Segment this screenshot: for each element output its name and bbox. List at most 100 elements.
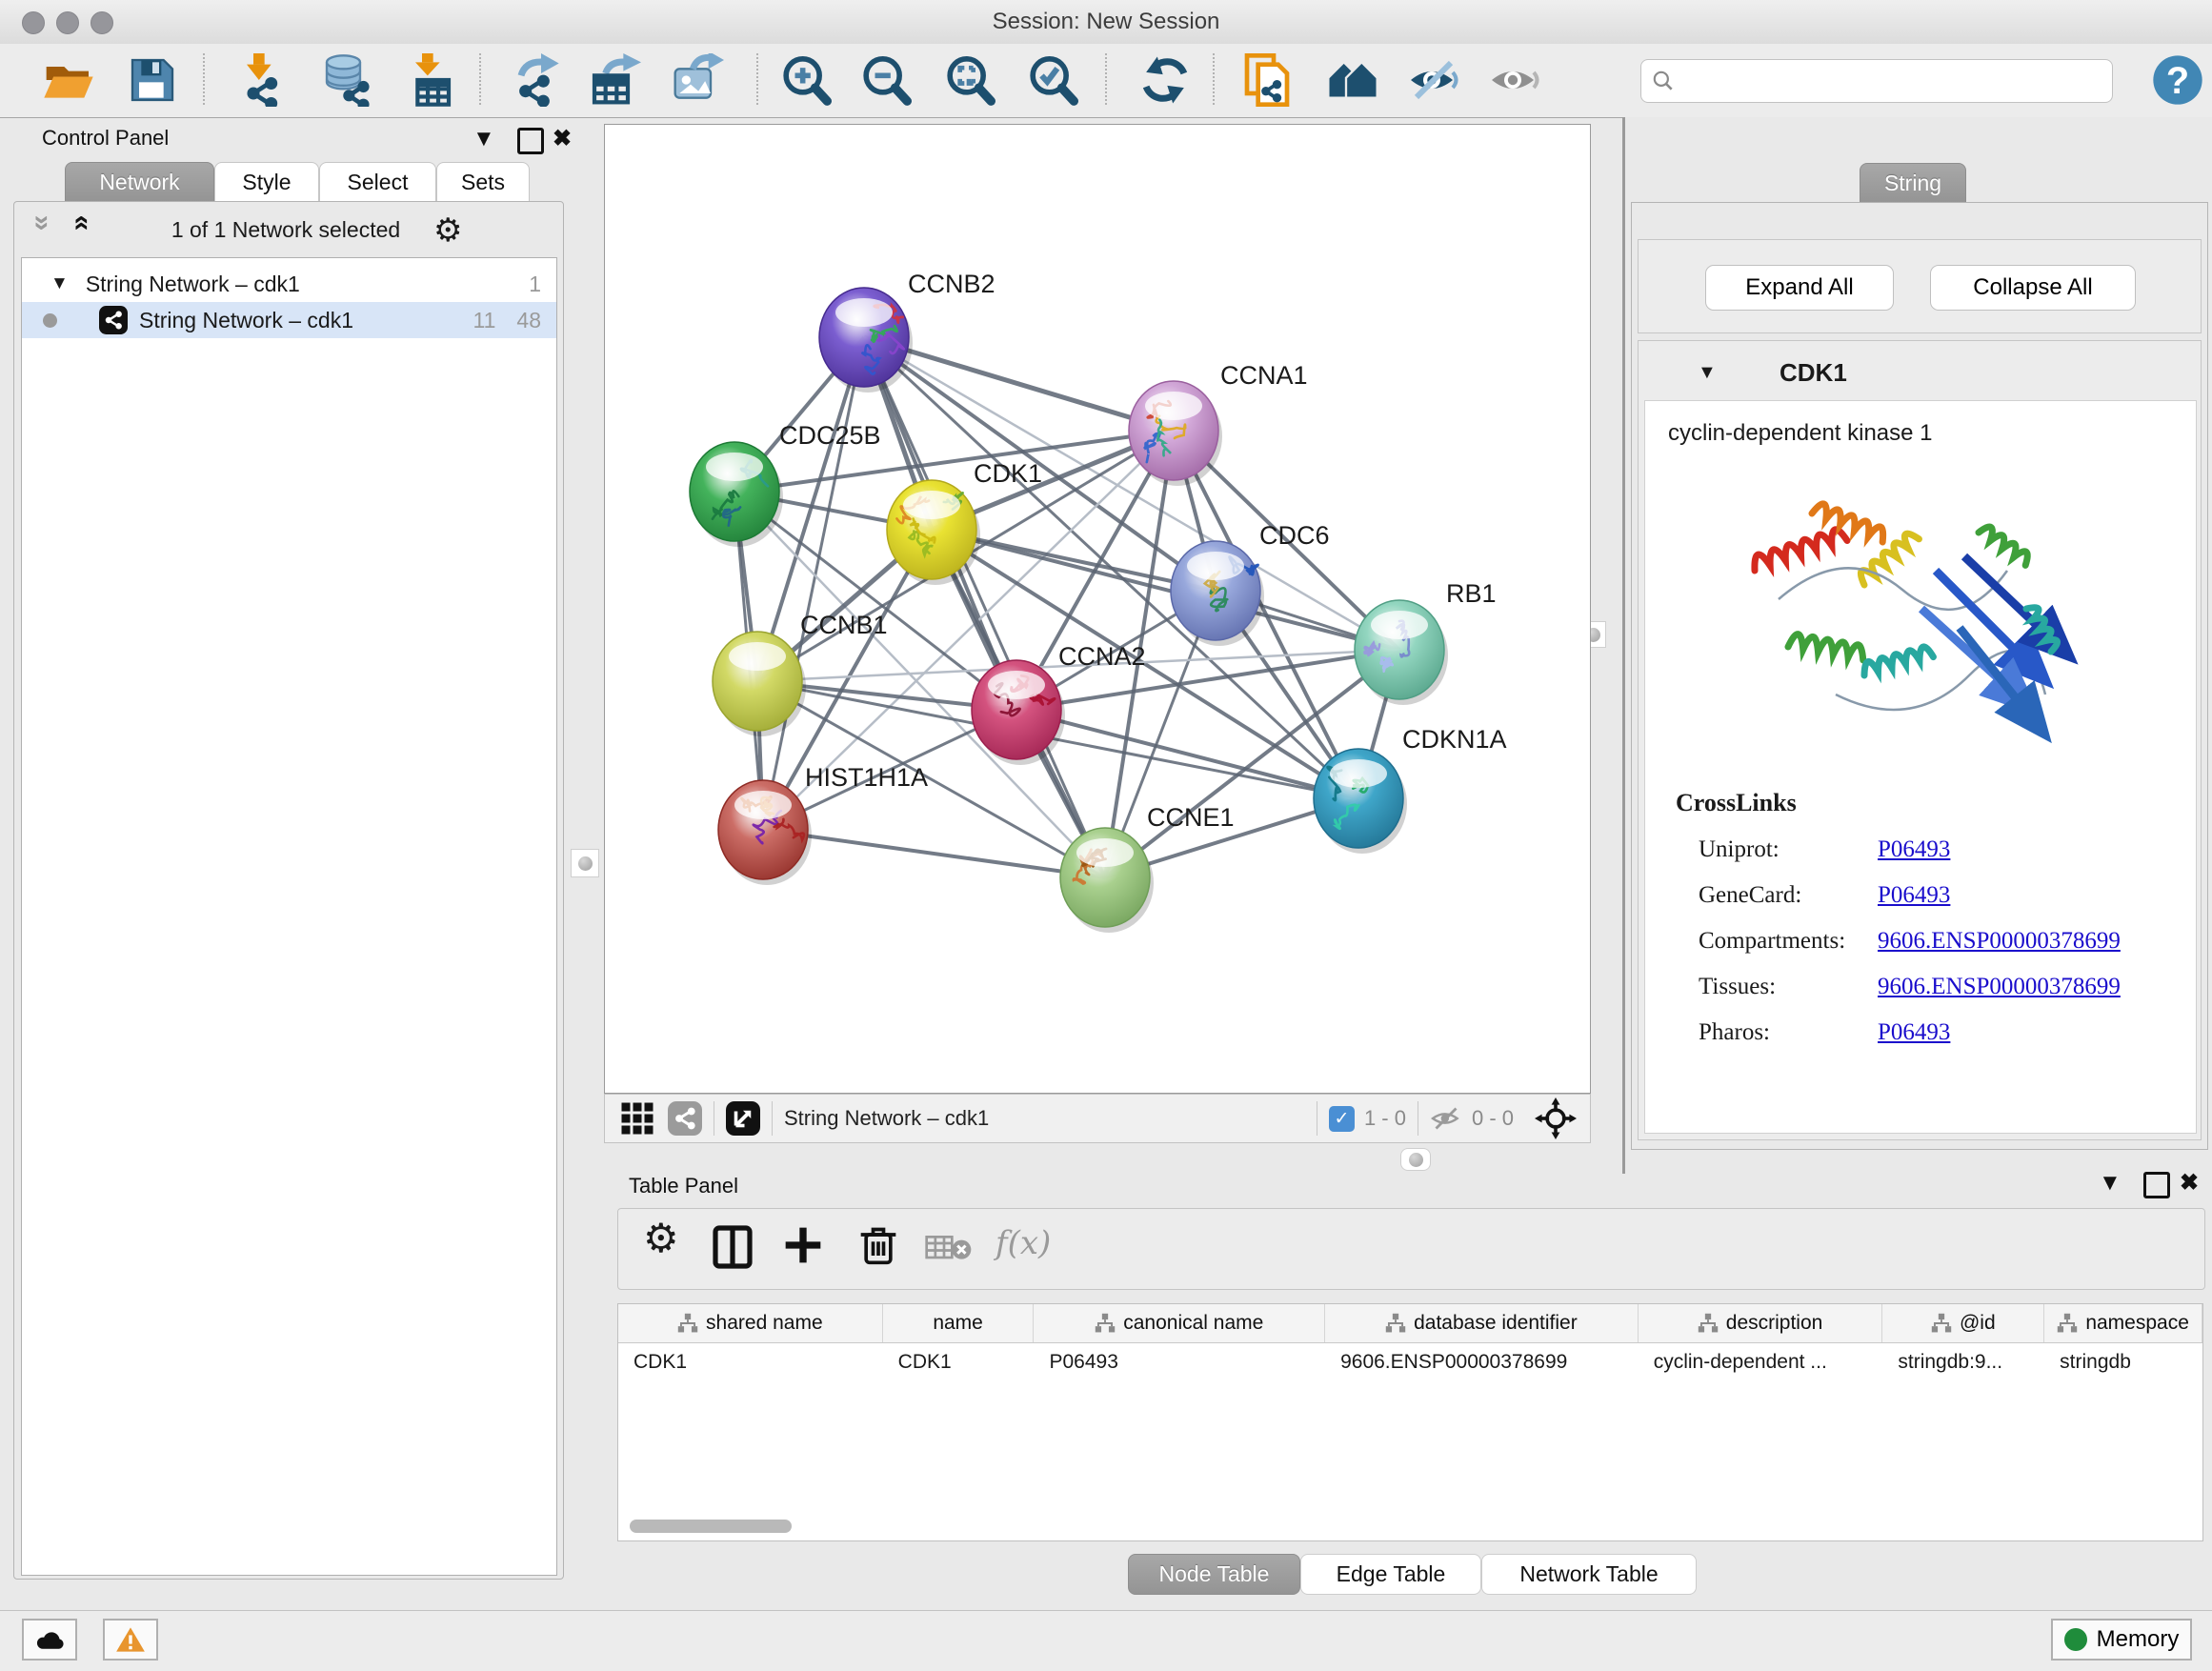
tab-sets[interactable]: Sets: [436, 162, 530, 203]
help-button[interactable]: ?: [2151, 53, 2204, 107]
cell-databaseidentifier[interactable]: 9606.ENSP00000378699: [1325, 1343, 1639, 1381]
cell-id[interactable]: stringdb:9...: [1882, 1343, 2044, 1381]
hide-glass-button[interactable]: [1407, 53, 1460, 107]
collapse-all-button[interactable]: Collapse All: [1930, 265, 2136, 311]
collapse-all-networks-icon[interactable]: »: [34, 213, 50, 236]
title-bar: Session: New Session: [0, 0, 2212, 45]
control-panel-close-icon[interactable]: ✖: [553, 128, 572, 151]
crosslink-value-link[interactable]: P06493: [1878, 1019, 1950, 1046]
network-node-cdk1[interactable]: CDK1: [887, 459, 1042, 585]
show-glass-button[interactable]: [1488, 53, 1541, 107]
memory-button[interactable]: Memory: [2051, 1619, 2192, 1661]
zoom-fit-button[interactable]: [942, 53, 995, 107]
show-columns-icon[interactable]: [710, 1224, 755, 1270]
network-edge-hist1h1a-ccne1[interactable]: [763, 830, 1105, 877]
column-header-canonicalname[interactable]: canonical name: [1034, 1304, 1325, 1342]
minimize-window-icon[interactable]: [56, 11, 79, 34]
tab-select[interactable]: Select: [319, 162, 436, 203]
birdseye-crosshair-icon[interactable]: [1535, 1097, 1577, 1139]
table-panel-collapse-icon[interactable]: ▼: [2099, 1172, 2122, 1195]
hidden-eye-slash-icon[interactable]: [1430, 1105, 1462, 1132]
refresh-button[interactable]: [1138, 53, 1192, 107]
export-image-button[interactable]: [671, 53, 724, 107]
cell-name[interactable]: CDK1: [883, 1343, 1035, 1381]
main-toolbar: ?: [0, 44, 2212, 118]
tab-network[interactable]: Network: [65, 162, 214, 203]
crosslink-value-link[interactable]: 9606.ENSP00000378699: [1878, 974, 2121, 1000]
zoom-selected-button[interactable]: [1025, 53, 1078, 107]
table-settings-gear-icon[interactable]: ⚙: [643, 1215, 679, 1261]
network-edge-ccnb2-hist1h1a[interactable]: [763, 337, 864, 830]
expand-all-button[interactable]: Expand All: [1705, 265, 1894, 311]
network-options-gear-icon[interactable]: ⚙: [433, 211, 462, 250]
export-network-button[interactable]: [508, 53, 561, 107]
cell-namespace[interactable]: stringdb: [2044, 1343, 2202, 1381]
open-session-button[interactable]: [42, 53, 95, 107]
tab-node-table[interactable]: Node Table: [1128, 1554, 1300, 1595]
maximize-window-icon[interactable]: [90, 11, 113, 34]
tab-network-table[interactable]: Network Table: [1481, 1554, 1697, 1595]
network-view-title: String Network – cdk1: [784, 1106, 989, 1131]
crosslink-value-link[interactable]: P06493: [1878, 836, 1950, 863]
duplicate-network-button[interactable]: [1240, 53, 1294, 107]
network-edge-ccnb2-ccne1[interactable]: [864, 337, 1105, 877]
delete-table-icon[interactable]: [925, 1234, 973, 1262]
delete-column-icon[interactable]: [858, 1224, 898, 1266]
table-panel-close-icon[interactable]: ✖: [2180, 1172, 2199, 1195]
add-column-icon[interactable]: [782, 1224, 824, 1266]
network-view-share-icon[interactable]: [668, 1101, 702, 1136]
cloud-button[interactable]: [22, 1619, 77, 1661]
zoom-in-button[interactable]: [778, 53, 832, 107]
network-node-cdkn1a[interactable]: CDKN1A: [1314, 725, 1507, 854]
detach-view-icon[interactable]: [726, 1101, 760, 1136]
table-panel-float-icon[interactable]: [2143, 1172, 2170, 1198]
network-node-ccnb1[interactable]: CCNB1: [713, 611, 888, 736]
crosslink-value-link[interactable]: 9606.ENSP00000378699: [1878, 928, 2121, 955]
import-network-from-database-button[interactable]: [320, 53, 373, 107]
network-node-rb1[interactable]: RB1: [1355, 579, 1497, 705]
node-label-rb1: RB1: [1446, 579, 1497, 608]
import-table-button[interactable]: [402, 53, 455, 107]
cell-canonicalname[interactable]: P06493: [1034, 1343, 1325, 1381]
network-canvas[interactable]: CCNB2CCNA1CDC25BCDK1CDC6RB1CCNB1CCNA2CDK…: [604, 124, 1591, 1094]
control-panel-collapse-icon[interactable]: ▼: [473, 128, 495, 151]
expand-all-networks-icon[interactable]: «: [74, 213, 90, 236]
network-node-ccna1[interactable]: CCNA1: [1129, 361, 1308, 486]
close-window-icon[interactable]: [22, 11, 45, 34]
gene-section-collapse-icon[interactable]: ▼: [1698, 362, 1717, 384]
string-home-button[interactable]: [1326, 53, 1379, 107]
network-node-ccnb2[interactable]: CCNB2: [819, 270, 995, 393]
tab-style[interactable]: Style: [214, 162, 319, 203]
search-input[interactable]: [1683, 68, 2112, 94]
export-table-button[interactable]: [588, 53, 641, 107]
network-collection-row[interactable]: ▼ String Network – cdk1 1: [22, 266, 556, 302]
import-network-from-file-button[interactable]: [233, 53, 287, 107]
network-row-selected[interactable]: String Network – cdk1 11 48: [22, 302, 556, 338]
column-header-description[interactable]: description: [1639, 1304, 1883, 1342]
tab-edge-table[interactable]: Edge Table: [1300, 1554, 1481, 1595]
column-header-databaseidentifier[interactable]: database identifier: [1325, 1304, 1639, 1342]
column-header-namespace[interactable]: namespace: [2044, 1304, 2202, 1342]
table-row[interactable]: CDK1CDK1P064939606.ENSP00000378699cyclin…: [618, 1343, 2202, 1381]
left-splitter-grip[interactable]: [571, 849, 599, 877]
function-builder-icon[interactable]: f(x): [995, 1224, 1051, 1262]
tab-string[interactable]: String: [1860, 163, 1966, 204]
warnings-button[interactable]: [103, 1619, 158, 1661]
network-node-ccne1[interactable]: CCNE1: [1060, 803, 1235, 933]
column-header-id[interactable]: @id: [1882, 1304, 2044, 1342]
table-horizontal-scrollbar[interactable]: [630, 1520, 792, 1533]
control-panel-float-icon[interactable]: [517, 128, 544, 154]
node-table[interactable]: shared namenamecanonical namedatabase id…: [617, 1303, 2203, 1541]
zoom-out-button[interactable]: [858, 53, 912, 107]
column-header-name[interactable]: name: [883, 1304, 1035, 1342]
selected-checkbox-icon[interactable]: ✓: [1329, 1106, 1355, 1132]
cell-sharedname[interactable]: CDK1: [618, 1343, 883, 1381]
horizontal-splitter-grip[interactable]: [1400, 1148, 1431, 1171]
crosslink-value-link[interactable]: P06493: [1878, 882, 1950, 909]
network-node-hist1h1a[interactable]: HIST1H1A: [718, 763, 928, 885]
column-header-sharedname[interactable]: shared name: [618, 1304, 883, 1342]
grid-view-icon[interactable]: [620, 1101, 654, 1136]
cell-description[interactable]: cyclin-dependent ...: [1639, 1343, 1883, 1381]
save-session-button[interactable]: [126, 53, 179, 107]
tree-expand-icon[interactable]: ▼: [50, 273, 69, 294]
